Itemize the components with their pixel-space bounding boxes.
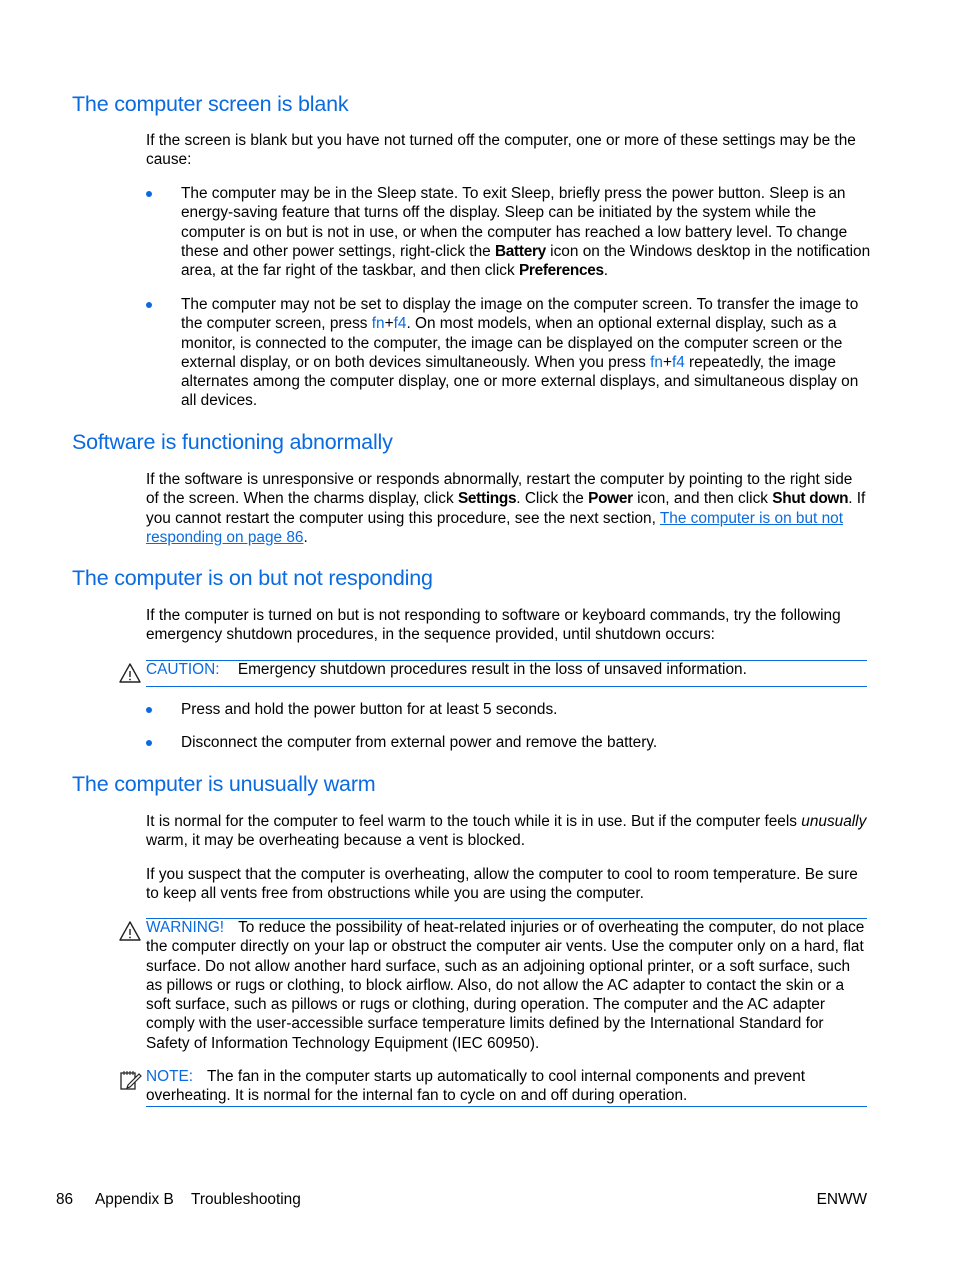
- intro-screen-blank: If the screen is blank but you have not …: [146, 132, 856, 169]
- bullet-icon: [146, 191, 152, 197]
- key-fn: fn: [371, 315, 385, 333]
- bullet-hold-power: Press and hold the power button for at l…: [181, 701, 558, 718]
- warning-label: WARNING!: [146, 919, 225, 936]
- ui-term-battery: Battery: [494, 242, 546, 260]
- note-notice: NOTE: The fan in the computer starts up a…: [146, 1067, 867, 1106]
- bullet-icon: [146, 707, 152, 713]
- caution-notice: CAUTION: Emergency shutdown procedures r…: [146, 660, 867, 679]
- ui-term-power: Power: [588, 490, 633, 508]
- heading-software-abnormal: Software is functioning abnormally: [72, 430, 393, 454]
- paragraph-overheating: If you suspect that the computer is over…: [146, 866, 858, 903]
- caution-bottom-rule: [146, 686, 867, 687]
- paragraph-software-abnormal: If the software is unresponsive or respo…: [146, 471, 866, 546]
- footer-locale: ENWW: [816, 1191, 867, 1208]
- footer-page-number: 86: [56, 1191, 74, 1208]
- note-pencil-icon: [120, 1071, 142, 1090]
- heading-screen-blank: The computer screen is blank: [72, 92, 349, 116]
- heading-unusually-warm: The computer is unusually warm: [72, 772, 376, 796]
- footer-chapter-title: Troubleshooting: [191, 1191, 301, 1208]
- key-fn: fn: [650, 353, 663, 371]
- paragraph-warm-normal: It is normal for the computer to feel wa…: [146, 813, 867, 850]
- caution-label: CAUTION:: [146, 661, 220, 678]
- bullet-icon: [146, 740, 152, 746]
- emphasis-unusually: unusually: [801, 813, 867, 830]
- note-text: The fan in the computer starts up automa…: [146, 1068, 806, 1105]
- warning-triangle-icon: [119, 921, 141, 941]
- intro-not-responding: If the computer is turned on but is not …: [146, 607, 841, 644]
- warning-notice: WARNING! To reduce the possibility of hea…: [146, 918, 867, 1053]
- ui-term-preferences: Preferences: [518, 262, 604, 280]
- footer-chapter: Appendix B: [95, 1191, 174, 1208]
- warning-text: To reduce the possibility of heat-relate…: [146, 919, 865, 1052]
- bullet-display-switch: The computer may not be set to display t…: [181, 296, 859, 410]
- heading-not-responding: The computer is on but not responding: [72, 566, 433, 590]
- note-bottom-rule: [146, 1106, 867, 1107]
- bullet-disconnect-power: Disconnect the computer from external po…: [181, 734, 658, 751]
- key-f4: f4: [671, 353, 685, 371]
- warning-triangle-icon: [119, 663, 141, 683]
- key-f4: f4: [393, 315, 407, 333]
- ui-term-shut-down: Shut down: [772, 490, 849, 508]
- bullet-sleep-state: The computer may be in the Sleep state. …: [181, 185, 871, 280]
- note-label: NOTE:: [146, 1068, 194, 1085]
- caution-text: Emergency shutdown procedures result in …: [237, 661, 747, 678]
- ui-term-settings: Settings: [457, 490, 517, 508]
- bullet-icon: [146, 302, 152, 308]
